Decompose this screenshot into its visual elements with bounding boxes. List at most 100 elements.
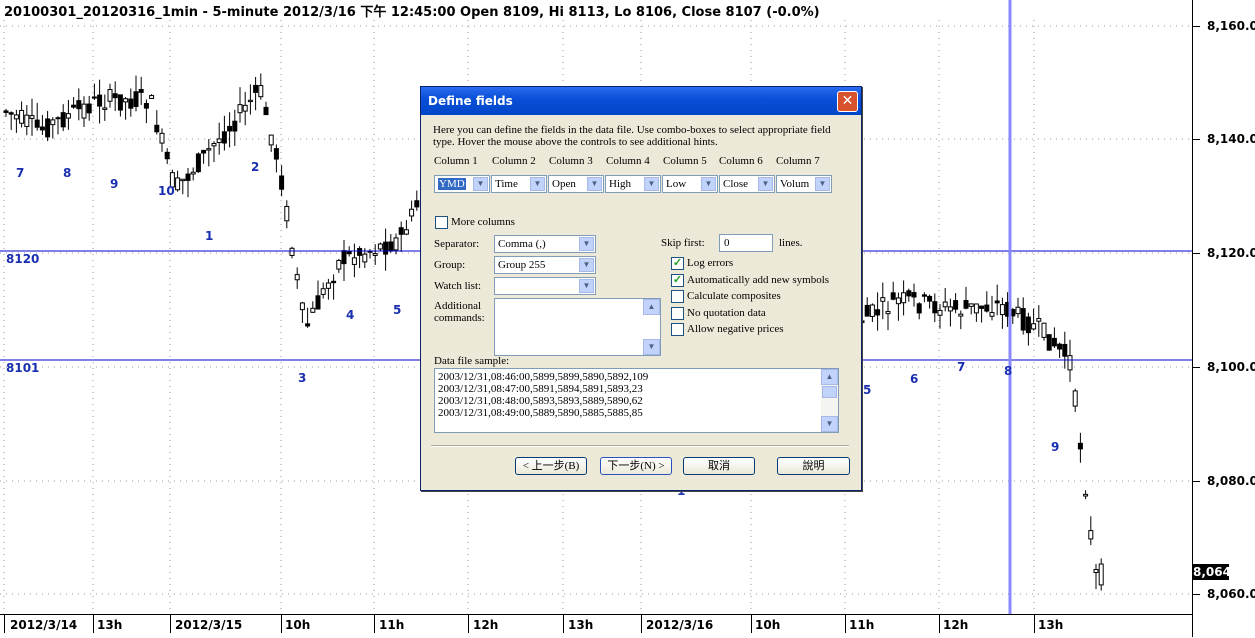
combo-value: Close	[723, 178, 749, 190]
scroll-down-icon[interactable]: ▼	[821, 416, 838, 432]
candle-body	[906, 290, 912, 297]
chevron-down-icon[interactable]: ▼	[815, 177, 830, 191]
chevron-down-icon[interactable]: ▼	[579, 237, 594, 251]
data-file-sample[interactable]: 2003/12/31,08:46:00,5899,5899,5890,5892,…	[434, 368, 839, 433]
cancel-button[interactable]: 取消	[683, 457, 755, 475]
candle-body	[195, 153, 201, 173]
chevron-down-icon[interactable]: ▼	[579, 279, 594, 293]
candle-body	[299, 302, 305, 311]
column-3-combo[interactable]: Open ▼	[548, 175, 604, 193]
wave-label: 1	[205, 229, 214, 243]
scroll-up-icon[interactable]: ▲	[821, 369, 838, 385]
candle-body	[409, 208, 415, 217]
candle-body	[1072, 390, 1078, 407]
candle-body	[180, 178, 186, 182]
combo-value: Time	[495, 178, 518, 190]
column-1-combo[interactable]: YMD ▼	[434, 175, 490, 193]
column-2-combo[interactable]: Time ▼	[491, 175, 547, 193]
column-4-combo[interactable]: High ▼	[605, 175, 661, 193]
time-label: 13h	[1038, 618, 1064, 632]
help-button[interactable]: 說明	[777, 457, 850, 475]
column-5-combo[interactable]: Low ▼	[662, 175, 718, 193]
next-button[interactable]: 下一步(N) >	[600, 457, 672, 475]
sample-label: Data file sample:	[434, 355, 510, 367]
candle-body	[128, 98, 134, 109]
separator-combo[interactable]: Comma (,) ▼	[494, 235, 596, 253]
auto-add-symbols-checkbox[interactable]: ✓	[671, 274, 684, 287]
calculate-composites-checkbox[interactable]	[671, 290, 684, 303]
chevron-down-icon[interactable]: ▼	[758, 177, 773, 191]
column-6-combo[interactable]: Close ▼	[719, 175, 775, 193]
time-label: 10h	[285, 618, 311, 632]
candle-body	[383, 241, 389, 255]
candle-body	[294, 274, 300, 281]
candle-body	[175, 177, 181, 191]
combo-value: Low	[666, 178, 687, 190]
scroll-thumb[interactable]	[822, 386, 837, 398]
column-header: Column 1	[434, 155, 478, 167]
candle-body	[143, 103, 149, 109]
column-header: Column 5	[663, 155, 707, 167]
chart-title: 20100301_20120316_1min - 5-minute 2012/3…	[4, 5, 820, 20]
time-label: 13h	[568, 618, 594, 632]
combo-value: YMD	[438, 178, 466, 190]
candle-body	[273, 148, 279, 160]
chevron-down-icon[interactable]: ▼	[644, 177, 659, 191]
chevron-down-icon[interactable]: ▼	[530, 177, 545, 191]
dialog-titlebar[interactable]: Define fields ✕	[421, 87, 861, 115]
define-fields-dialog[interactable]: Define fields ✕ Here you can define the …	[420, 86, 862, 491]
candle-body	[65, 113, 71, 119]
candle-body	[864, 304, 870, 317]
skip-label: Skip first:	[661, 237, 705, 249]
chevron-down-icon[interactable]: ▼	[473, 177, 488, 191]
watchlist-combo[interactable]: ▼	[494, 277, 596, 295]
group-combo[interactable]: Group 255 ▼	[494, 256, 596, 274]
time-label: 2012/3/14	[10, 618, 78, 632]
candle-body	[989, 312, 995, 317]
candle-body	[91, 96, 97, 99]
combo-value: High	[609, 178, 631, 190]
chevron-down-icon[interactable]: ▼	[701, 177, 716, 191]
watchlist-label: Watch list:	[434, 280, 482, 292]
column-7-combo[interactable]: Volum ▼	[776, 175, 832, 193]
column-header: Column 3	[549, 155, 593, 167]
scroll-up-icon[interactable]: ▲	[643, 299, 660, 315]
candle-body	[393, 237, 399, 251]
candle-body	[117, 94, 123, 111]
candle-body	[107, 89, 113, 102]
candle-body	[890, 292, 896, 300]
candle-body	[895, 297, 901, 305]
time-axis[interactable]: 2012/3/14 13h 2012/3/15 10h 11h 12h 13h …	[0, 614, 1192, 638]
wave-label: 9	[1051, 440, 1060, 454]
allow-negative-checkbox[interactable]	[671, 323, 684, 336]
skip-input[interactable]: 0	[719, 234, 773, 252]
price-label: 8,060.0	[1207, 587, 1255, 601]
time-label: 11h	[379, 618, 405, 632]
price-axis[interactable]: 8,160.0 8,140.0 8,120.0 8,100.0 8,080.0 …	[1192, 0, 1255, 637]
candle-body	[97, 94, 103, 107]
back-button[interactable]: < 上一步(B)	[515, 457, 587, 475]
no-quotation-checkbox[interactable]	[671, 307, 684, 320]
chevron-down-icon[interactable]: ▼	[579, 258, 594, 272]
additional-commands-textarea[interactable]: ▲ ▼	[494, 298, 661, 356]
more-columns-checkbox[interactable]	[435, 216, 448, 229]
candle-body	[869, 304, 875, 317]
log-errors-checkbox[interactable]: ✓	[671, 257, 684, 270]
candle-body	[60, 112, 66, 128]
candle-body	[947, 306, 953, 312]
candle-body	[81, 103, 87, 119]
time-label: 11h	[849, 618, 875, 632]
candle-body	[3, 110, 9, 113]
checkbox-label: Calculate composites	[687, 290, 781, 302]
dialog-title: Define fields	[428, 94, 513, 108]
candle-body	[911, 292, 917, 298]
candle-body	[232, 120, 238, 132]
candle-body	[227, 125, 233, 132]
chevron-down-icon[interactable]: ▼	[587, 177, 602, 191]
sample-line: 2003/12/31,08:47:00,5891,5894,5891,5893,…	[438, 383, 643, 395]
candle-body	[284, 205, 290, 222]
candle-body	[1051, 337, 1057, 347]
close-icon[interactable]: ✕	[837, 91, 858, 112]
scroll-down-icon[interactable]: ▼	[643, 339, 660, 355]
wave-label: 10	[158, 184, 175, 198]
